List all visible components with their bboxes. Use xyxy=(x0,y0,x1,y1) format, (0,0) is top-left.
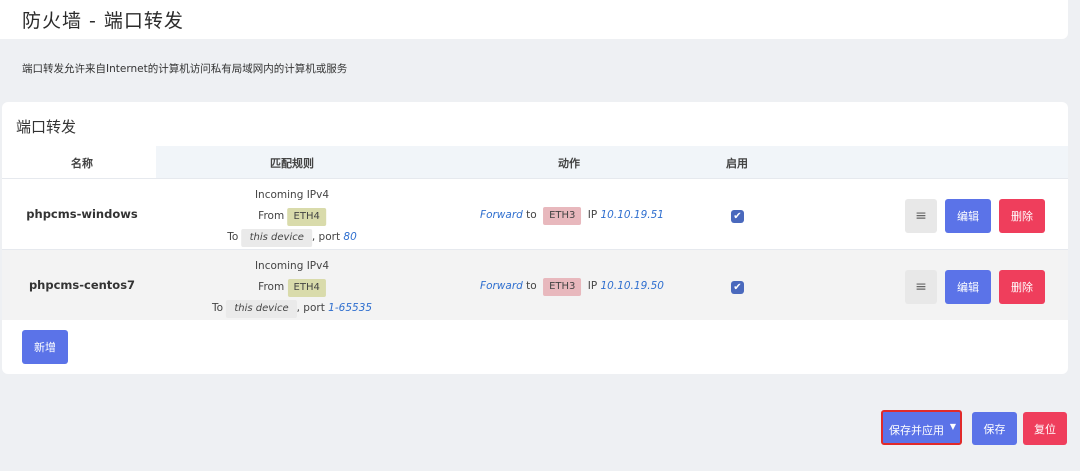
from-label: From xyxy=(258,281,285,293)
chevron-down-icon[interactable]: ▼ xyxy=(950,422,956,431)
save-button[interactable]: 保存 xyxy=(972,412,1017,445)
match-incoming: Incoming IPv4 xyxy=(254,260,330,272)
match-from: From ETH4 xyxy=(227,206,357,227)
port-forward-panel: 端口转发 名称 匹配规则 动作 启用 phpcms-windows Incomi… xyxy=(2,102,1068,374)
dest-ip: 10.10.19.51 xyxy=(600,209,664,221)
source-zone-badge: ETH4 xyxy=(287,208,326,226)
table-row: phpcms-windows Incoming IPv4 From ETH4 T… xyxy=(2,178,1068,249)
source-zone-badge: ETH4 xyxy=(287,279,326,297)
drag-handle-button[interactable]: ≡ xyxy=(905,270,937,304)
match-rule: Incoming IPv4 From ETH4 To this device, … xyxy=(227,185,357,248)
reset-button[interactable]: 复位 xyxy=(1023,412,1067,445)
rule-name: phpcms-windows xyxy=(26,207,138,221)
page-description: 端口转发允许来自Internet的计算机访问私有局域网内的计算机或服务 xyxy=(22,63,348,75)
device-badge: this device xyxy=(226,300,297,318)
table-row: phpcms-centos7 Incoming IPv4 From ETH4 T… xyxy=(2,249,1068,320)
delete-button[interactable]: 删除 xyxy=(999,270,1045,304)
save-and-apply-button[interactable]: 保存并应用 ▼ xyxy=(881,410,962,445)
action-cell: Forward to ETH3 IP 10.10.19.51 xyxy=(480,207,664,225)
dest-ip: 10.10.19.50 xyxy=(600,280,664,292)
add-rule-button[interactable]: 新增 xyxy=(22,330,68,364)
from-label: From xyxy=(258,210,285,222)
enable-checkbox[interactable]: ✔ xyxy=(731,281,744,294)
enable-checkbox[interactable]: ✔ xyxy=(731,210,744,223)
dest-zone-badge: ETH3 xyxy=(543,207,582,225)
edit-button[interactable]: 编辑 xyxy=(945,270,991,304)
forward-label: Forward xyxy=(480,209,523,221)
drag-handle-button[interactable]: ≡ xyxy=(905,199,937,233)
column-header-name: 名称 xyxy=(71,157,93,170)
edit-button[interactable]: 编辑 xyxy=(945,199,991,233)
column-header-action: 动作 xyxy=(558,157,580,170)
match-incoming: Incoming IPv4 xyxy=(254,189,330,201)
port-label: , port xyxy=(311,231,341,243)
forward-label: Forward xyxy=(480,280,523,292)
ip-label: IP xyxy=(587,280,598,292)
port-value: 1-65535 xyxy=(328,302,373,314)
port-value: 80 xyxy=(343,231,357,243)
action-cell: Forward to ETH3 IP 10.10.19.50 xyxy=(480,278,664,296)
match-from: From ETH4 xyxy=(212,277,372,298)
match-rule: Incoming IPv4 From ETH4 To this device, … xyxy=(212,256,372,319)
page-title: 防火墙 - 端口转发 xyxy=(22,10,184,32)
table-header: 名称 匹配规则 动作 启用 xyxy=(2,146,1068,178)
save-and-apply-label: 保存并应用 xyxy=(889,424,944,437)
rule-name: phpcms-centos7 xyxy=(28,278,136,292)
dest-zone-badge: ETH3 xyxy=(543,278,582,296)
column-header-match: 匹配规则 xyxy=(270,157,314,170)
port-label: , port xyxy=(296,302,325,314)
title-card: 防火墙 - 端口转发 xyxy=(0,0,1068,39)
device-badge: this device xyxy=(241,229,312,247)
to-word: to xyxy=(526,209,537,221)
to-label: To xyxy=(227,231,239,243)
delete-button[interactable]: 删除 xyxy=(999,199,1045,233)
section-title: 端口转发 xyxy=(16,118,77,136)
match-to: To this device, port 80 xyxy=(227,227,357,248)
ip-label: IP xyxy=(587,209,598,221)
to-label: To xyxy=(211,302,224,314)
match-to: To this device, port 1-65535 xyxy=(212,298,372,319)
to-word: to xyxy=(526,280,537,292)
column-header-enable: 启用 xyxy=(726,157,748,170)
